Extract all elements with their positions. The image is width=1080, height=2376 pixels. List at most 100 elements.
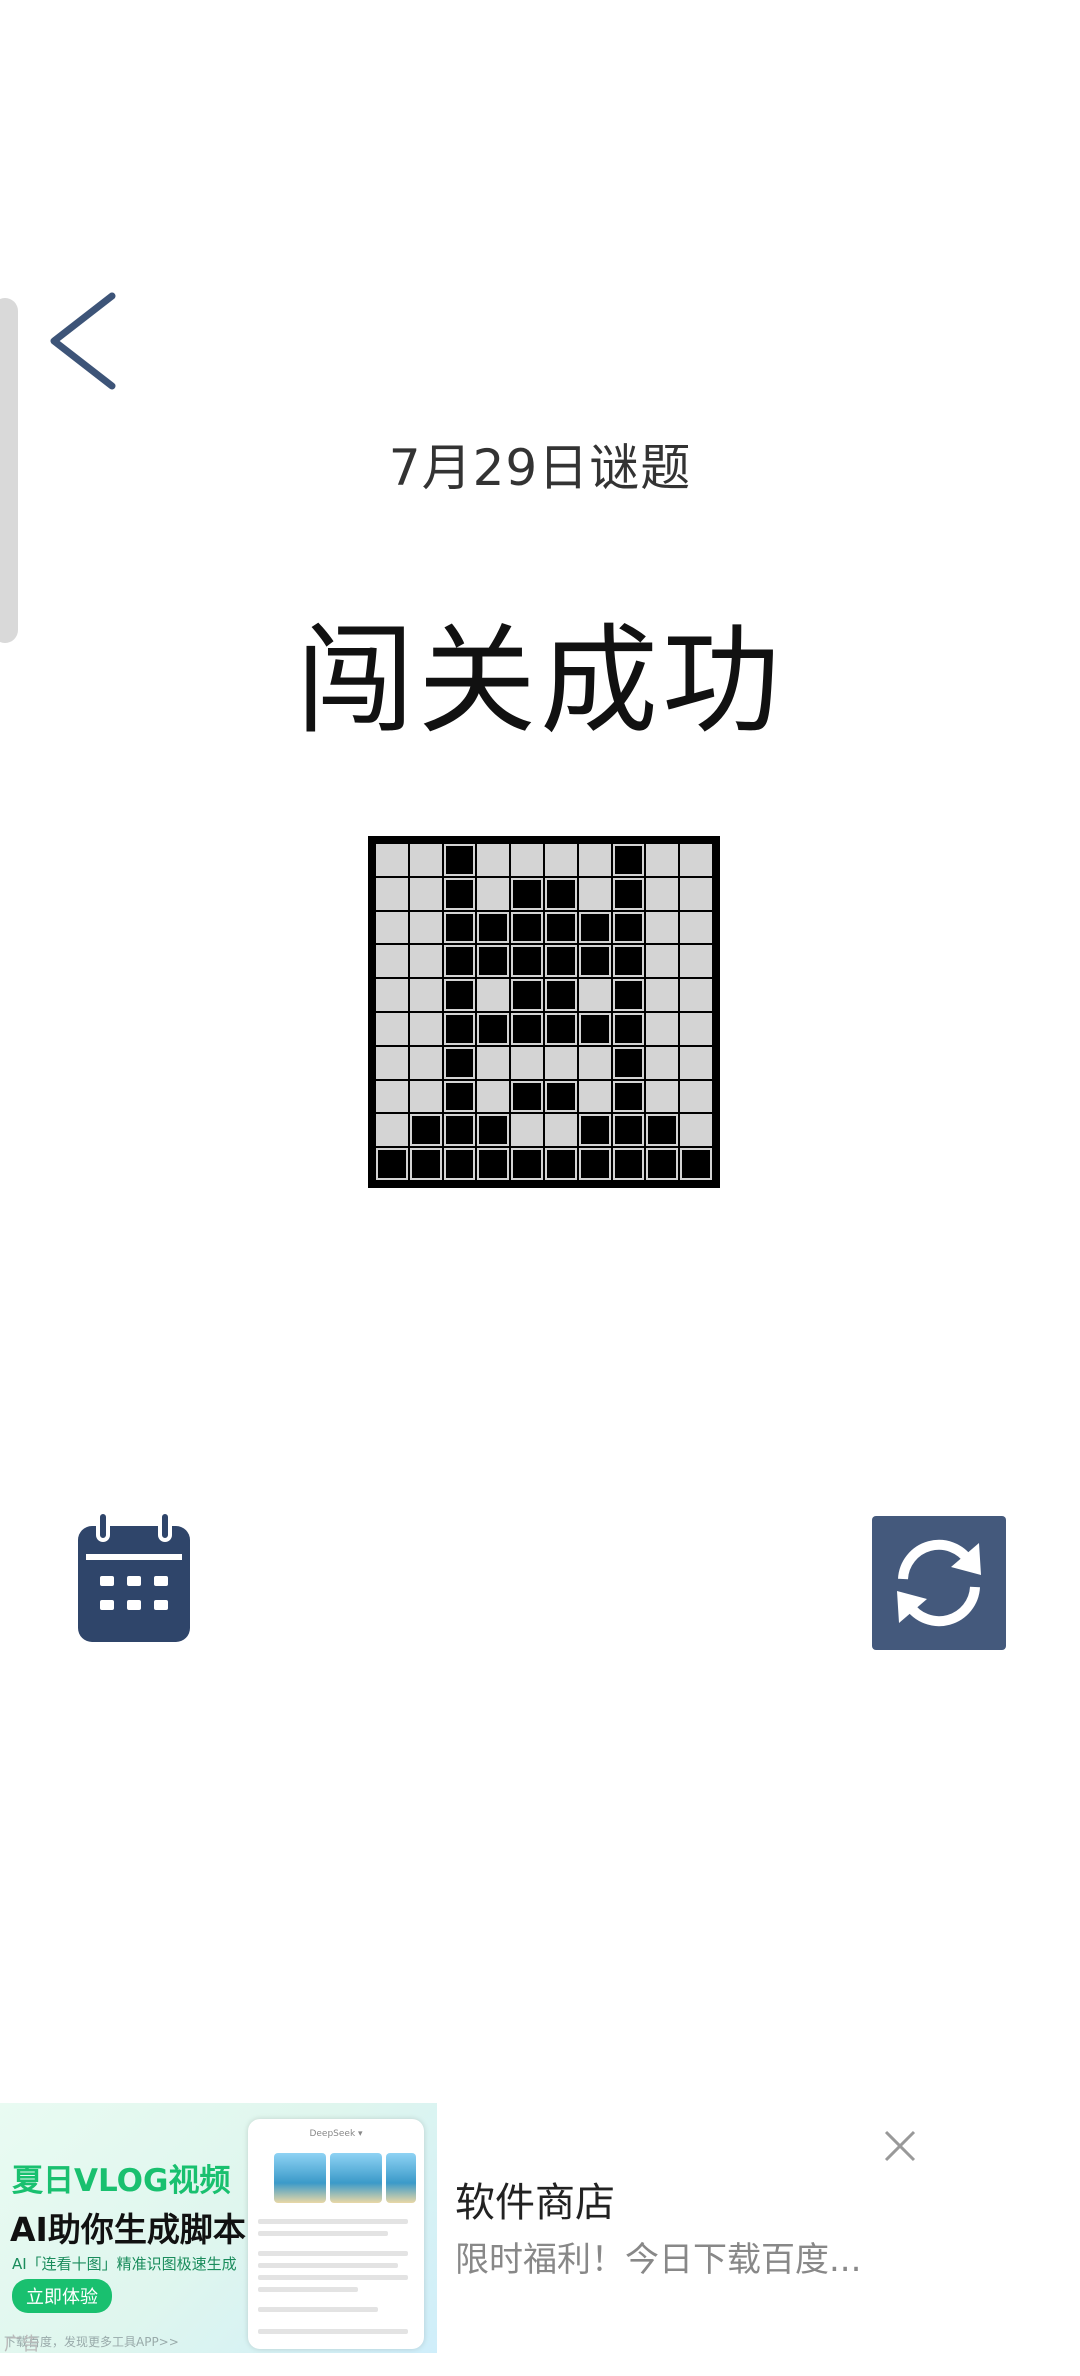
puzzle-cell-empty (477, 844, 510, 876)
puzzle-cell-empty (544, 844, 577, 876)
puzzle-cell-empty (511, 1114, 543, 1147)
puzzle-cell-filled (511, 979, 543, 1011)
ad-description[interactable]: 限时福利！今日下载百度... (455, 2232, 875, 2281)
puzzle-cell-filled (544, 979, 577, 1011)
puzzle-cell-empty (646, 1012, 679, 1045)
puzzle-cell-filled (443, 979, 476, 1011)
puzzle-cell-empty (409, 945, 442, 978)
puzzle-cell-filled (612, 1114, 645, 1147)
puzzle-cell-filled (443, 1012, 476, 1045)
puzzle-cell-empty (376, 877, 408, 910)
puzzle-cell-filled (477, 945, 510, 978)
puzzle-cell-filled (443, 1046, 476, 1079)
puzzle-cell-filled (544, 877, 577, 910)
ad-cta-button[interactable]: 立即体验 (12, 2279, 112, 2313)
puzzle-cell-filled (511, 1012, 543, 1045)
ad-image-subheadline: AI助你生成脚本 (10, 2210, 246, 2249)
puzzle-cell-filled (477, 1114, 510, 1147)
puzzle-cell-empty (511, 844, 543, 876)
puzzle-cell-filled (511, 1080, 543, 1113)
puzzle-cell-filled (612, 877, 645, 910)
puzzle-cell-empty (578, 1046, 611, 1079)
puzzle-cell-empty (511, 1046, 543, 1079)
puzzle-cell-filled (511, 877, 543, 910)
puzzle-cell-empty (409, 844, 442, 876)
puzzle-cell-empty (680, 1080, 712, 1113)
puzzle-cell-empty (646, 1046, 679, 1079)
puzzle-cell-empty (409, 1080, 442, 1113)
puzzle-cell-filled (443, 1148, 476, 1180)
puzzle-cell-filled (443, 945, 476, 978)
puzzle-cell-empty (376, 1114, 408, 1147)
ad-image[interactable]: 夏日VLOG视频 AI助你生成脚本 AI「连看十图」精准识图极速生成 立即体验 … (0, 2103, 437, 2353)
puzzle-cell-filled (409, 1148, 442, 1180)
puzzle-cell-filled (646, 1148, 679, 1180)
ad-title[interactable]: 软件商店 (455, 2170, 615, 2228)
puzzle-cell-empty (680, 1114, 712, 1147)
ad-label: 广告 (4, 2334, 40, 2355)
puzzle-cell-filled (612, 1148, 645, 1180)
puzzle-cell-filled (612, 1012, 645, 1045)
ad-phone-mockup: DeepSeek ▾ (248, 2119, 424, 2349)
puzzle-cell-empty (477, 1080, 510, 1113)
puzzle-cell-empty (680, 979, 712, 1011)
puzzle-cell-filled (511, 945, 543, 978)
puzzle-cell-filled (443, 1080, 476, 1113)
puzzle-cell-filled (544, 1012, 577, 1045)
puzzle-cell-empty (376, 844, 408, 876)
ad-phone-title: DeepSeek ▾ (309, 2129, 363, 2139)
puzzle-cell-filled (477, 1012, 510, 1045)
puzzle-cell-filled (477, 911, 510, 944)
puzzle-cell-filled (680, 1148, 712, 1180)
puzzle-cell-filled (443, 844, 476, 876)
puzzle-cell-empty (578, 844, 611, 876)
puzzle-cell-empty (376, 1012, 408, 1045)
puzzle-cell-empty (680, 1012, 712, 1045)
puzzle-cell-empty (680, 945, 712, 978)
puzzle-date-title: 7月29日谜题 (388, 439, 692, 497)
puzzle-cell-filled (409, 1114, 442, 1147)
puzzle-cell-empty (578, 979, 611, 1011)
puzzle-cell-empty (646, 1080, 679, 1113)
close-icon[interactable] (880, 2126, 920, 2166)
puzzle-cell-empty (409, 1046, 442, 1079)
chevron-left-icon[interactable] (40, 286, 130, 396)
puzzle-cell-empty (646, 945, 679, 978)
puzzle-cell-filled (443, 1114, 476, 1147)
puzzle-cell-filled (477, 1148, 510, 1180)
refresh-button[interactable] (872, 1516, 1006, 1650)
ad-image-headline: 夏日VLOG视频 (12, 2163, 231, 2199)
puzzle-cell-filled (578, 945, 611, 978)
puzzle-cell-filled (578, 1148, 611, 1180)
puzzle-cell-empty (409, 1012, 442, 1045)
puzzle-cell-filled (544, 911, 577, 944)
puzzle-cell-filled (511, 911, 543, 944)
puzzle-cell-filled (612, 1080, 645, 1113)
puzzle-cell-empty (646, 911, 679, 944)
refresh-icon (897, 1539, 981, 1627)
puzzle-cell-filled (376, 1148, 408, 1180)
puzzle-grid (368, 836, 720, 1188)
puzzle-cell-empty (680, 911, 712, 944)
puzzle-cell-empty (409, 979, 442, 1011)
success-title: 闯关成功 (295, 612, 784, 750)
puzzle-cell-empty (646, 877, 679, 910)
puzzle-cell-empty (477, 877, 510, 910)
puzzle-cell-filled (578, 1012, 611, 1045)
puzzle-cell-filled (544, 1148, 577, 1180)
puzzle-cell-empty (409, 911, 442, 944)
puzzle-cell-empty (646, 979, 679, 1011)
puzzle-cell-empty (376, 1046, 408, 1079)
puzzle-cell-empty (544, 1114, 577, 1147)
puzzle-cell-empty (544, 1046, 577, 1079)
puzzle-cell-empty (477, 979, 510, 1011)
puzzle-cell-empty (646, 844, 679, 876)
puzzle-cell-empty (680, 877, 712, 910)
puzzle-cell-filled (612, 1046, 645, 1079)
puzzle-cell-empty (477, 1046, 510, 1079)
calendar-icon[interactable] (76, 1510, 192, 1644)
puzzle-cell-filled (511, 1148, 543, 1180)
puzzle-cell-filled (443, 911, 476, 944)
puzzle-cell-empty (376, 979, 408, 1011)
puzzle-cell-empty (409, 877, 442, 910)
